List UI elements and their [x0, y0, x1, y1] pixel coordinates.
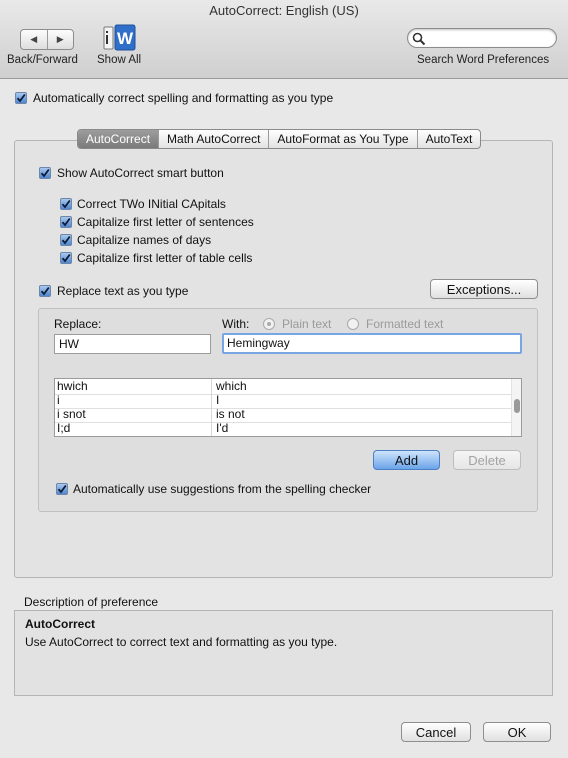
- auto-correct-master-label: Automatically correct spelling and forma…: [33, 91, 334, 105]
- tab-math-autocorrect[interactable]: Math AutoCorrect: [159, 130, 270, 148]
- back-forward-control[interactable]: ◀ ▶: [20, 29, 74, 50]
- table-cell-replace: i snot: [57, 407, 86, 421]
- replace-input[interactable]: HW: [54, 334, 211, 354]
- with-input[interactable]: Hemingway: [222, 333, 522, 354]
- table-cell-with: which: [216, 379, 247, 393]
- back-forward-label: Back/Forward: [7, 54, 78, 66]
- tab-bar: AutoCorrect Math AutoCorrect AutoFormat …: [77, 129, 482, 149]
- checkmark-icon: [16, 93, 26, 103]
- description-heading: AutoCorrect: [25, 617, 96, 631]
- capitalize-table-cells-checkbox[interactable]: [60, 252, 72, 264]
- replace-text-label: Replace text as you type: [57, 284, 189, 298]
- search-input[interactable]: [407, 28, 557, 48]
- checkmark-icon: [61, 235, 71, 245]
- table-row[interactable]: i I: [55, 394, 513, 409]
- table-row[interactable]: i snot is not: [55, 408, 513, 423]
- search-label: Search Word Preferences: [417, 54, 550, 66]
- capitalize-sentences-label: Capitalize first letter of sentences: [77, 215, 254, 229]
- svg-text:W: W: [117, 29, 134, 48]
- delete-button[interactable]: Delete: [453, 450, 521, 470]
- formatted-text-radio[interactable]: [347, 318, 359, 330]
- checkmark-icon: [61, 253, 71, 263]
- capitalize-days-checkbox[interactable]: [60, 234, 72, 246]
- search-icon: [412, 32, 426, 46]
- capitalize-sentences-checkbox[interactable]: [60, 216, 72, 228]
- auto-correct-master-checkbox[interactable]: [15, 92, 27, 104]
- table-row[interactable]: I;d I'd: [55, 421, 513, 436]
- table-cell-with: is not: [216, 407, 245, 421]
- cancel-button[interactable]: Cancel: [401, 722, 471, 742]
- add-button[interactable]: Add: [373, 450, 440, 470]
- checkmark-icon: [61, 199, 71, 209]
- column-divider: [211, 379, 212, 436]
- spelling-suggestions-checkbox[interactable]: [56, 483, 68, 495]
- correct-two-initial-capitals-checkbox[interactable]: [60, 198, 72, 210]
- plain-text-radio[interactable]: [263, 318, 275, 330]
- back-icon[interactable]: ◀: [21, 30, 48, 49]
- table-cell-with: I: [216, 393, 220, 407]
- correct-two-initial-capitals-label: Correct TWo INitial CApitals: [77, 197, 226, 211]
- table-cell-with: I'd: [216, 421, 229, 435]
- show-all-icon[interactable]: W: [103, 24, 136, 51]
- ok-button[interactable]: OK: [483, 722, 551, 742]
- table-cell-replace: i: [57, 393, 60, 407]
- capitalize-table-cells-label: Capitalize first letter of table cells: [77, 251, 253, 265]
- checkmark-icon: [61, 217, 71, 227]
- spelling-suggestions-label: Automatically use suggestions from the s…: [73, 482, 372, 496]
- scroll-thumb[interactable]: [514, 399, 520, 413]
- with-label: With:: [222, 317, 250, 331]
- table-scrollbar[interactable]: [511, 379, 521, 436]
- capitalize-days-label: Capitalize names of days: [77, 233, 212, 247]
- description-text: Use AutoCorrect to correct text and form…: [25, 635, 338, 649]
- tab-autoformat-as-you-type[interactable]: AutoFormat as You Type: [269, 130, 418, 148]
- plain-text-label: Plain text: [282, 317, 332, 331]
- show-smart-button-label: Show AutoCorrect smart button: [57, 166, 224, 180]
- replace-text-checkbox[interactable]: [39, 285, 51, 297]
- description-section-title: Description of preference: [24, 595, 159, 609]
- tab-autotext[interactable]: AutoText: [418, 130, 481, 148]
- tab-autocorrect[interactable]: AutoCorrect: [78, 130, 160, 148]
- show-all-label: Show All: [97, 54, 142, 66]
- formatted-text-label: Formatted text: [366, 317, 444, 331]
- table-row[interactable]: hwich which: [55, 380, 513, 395]
- table-cell-replace: I;d: [57, 421, 71, 435]
- replacement-table[interactable]: hwich which i I i snot is not I;d I'd: [54, 378, 522, 437]
- replace-label: Replace:: [54, 317, 102, 331]
- checkmark-icon: [57, 484, 67, 494]
- show-smart-button-checkbox[interactable]: [39, 167, 51, 179]
- forward-icon[interactable]: ▶: [48, 30, 74, 49]
- checkmark-icon: [40, 168, 50, 178]
- exceptions-button[interactable]: Exceptions...: [430, 279, 538, 299]
- checkmark-icon: [40, 286, 50, 296]
- table-cell-replace: hwich: [57, 379, 88, 393]
- window-title: AutoCorrect: English (US): [209, 3, 359, 18]
